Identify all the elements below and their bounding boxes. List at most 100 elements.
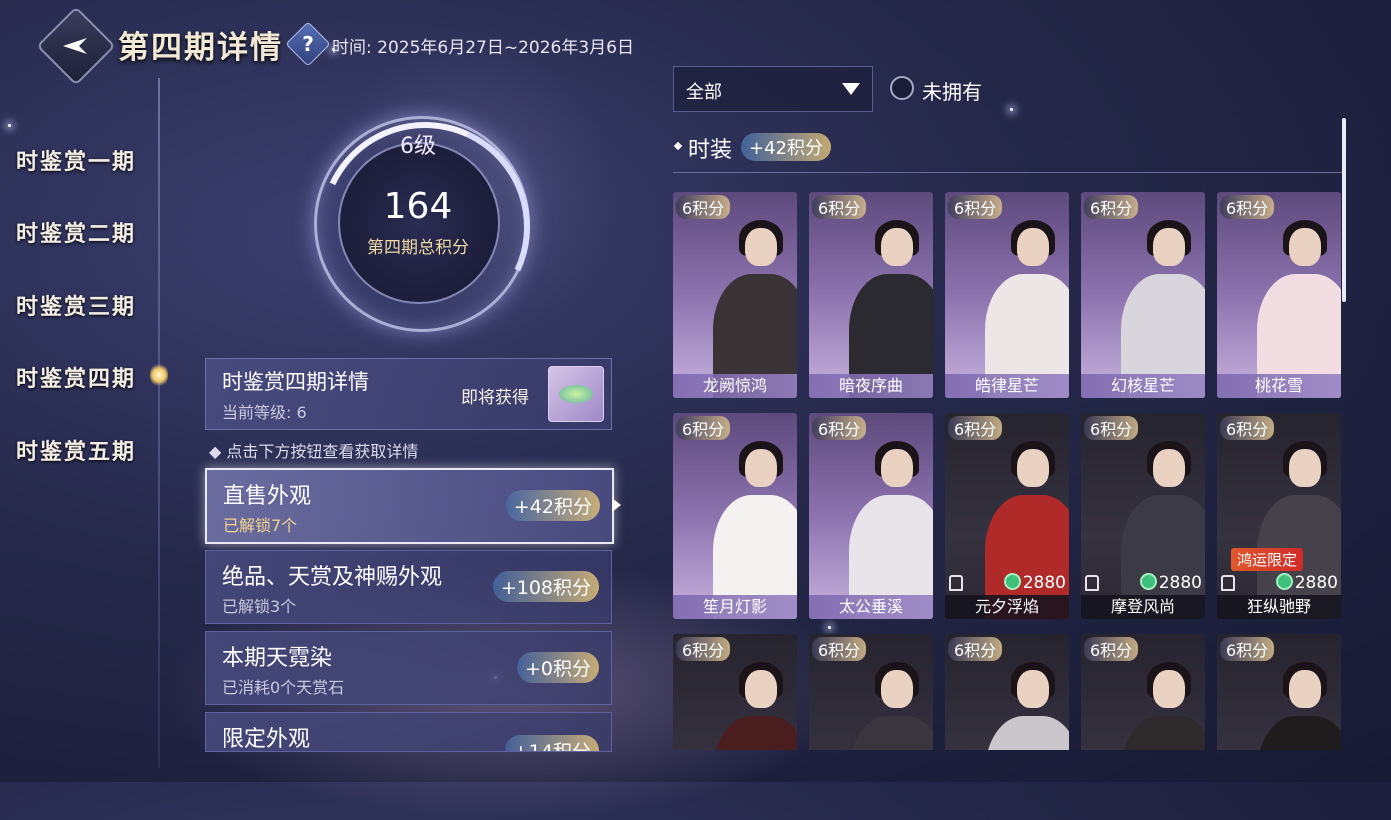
reward-label: 即将获得: [461, 388, 529, 408]
outfit-card[interactable]: 6积分幻核星芒: [1081, 192, 1205, 398]
nav-item-period-4[interactable]: 时鉴赏四期: [16, 361, 136, 393]
reward-item-icon[interactable]: [548, 366, 604, 422]
outfit-card[interactable]: 6积分笙月灯影: [673, 413, 797, 619]
help-button[interactable]: ?: [285, 21, 331, 67]
outfit-points: 6积分: [1220, 195, 1275, 219]
limited-badge: 鸿运限定: [1231, 548, 1304, 571]
source-name: 本期天霓染: [222, 646, 333, 671]
question-icon: ?: [302, 32, 314, 56]
outfit-card[interactable]: 6积分: [809, 634, 933, 750]
source-status: 已解锁7个: [223, 516, 298, 535]
outfit-points: 6积分: [948, 416, 1003, 440]
source-premium-outfits[interactable]: 绝品、天赏及神赐外观 已解锁3个 +108积分: [205, 550, 612, 624]
period-detail-card[interactable]: 时鉴赏四期详情 当前等级: 6 即将获得: [205, 358, 612, 430]
outfit-price: 2880: [1003, 573, 1066, 593]
character-portrait: [1107, 656, 1205, 750]
jade-coin-icon: [1275, 573, 1293, 590]
source-status: 已消耗0个天赏石: [222, 678, 345, 697]
detail-title: 时鉴赏四期详情: [222, 370, 369, 394]
outfit-price: 2880: [1139, 573, 1202, 593]
nav-item-period-2[interactable]: 时鉴赏二期: [16, 216, 136, 248]
character-portrait: [971, 214, 1069, 398]
outfit-card[interactable]: 6积分 暗夜序曲: [809, 192, 933, 398]
character-portrait: [699, 214, 797, 398]
section-divider: [673, 172, 1343, 173]
source-points: +0积分: [516, 652, 599, 683]
source-limited[interactable]: 限定外观 +14积分: [205, 712, 612, 752]
outfit-points: 6积分: [676, 416, 731, 440]
outfit-card[interactable]: 6积分: [673, 634, 797, 750]
character-portrait: [1243, 656, 1341, 750]
character-portrait: [699, 435, 797, 619]
outfit-name: 幻核星芒: [1081, 374, 1205, 398]
source-status: 已解锁3个: [222, 597, 297, 616]
outfit-grid: 6积分 龙阙惊鸿 6积分 暗夜序曲 6积分 皓律星芒 6积分 幻核星芒 6积分 桃花雪 6积分 笙月灯…: [673, 192, 1345, 750]
outfit-card[interactable]: 6积分 太公垂溪: [809, 413, 933, 619]
outfit-name: 元夕浮焰: [945, 595, 1069, 619]
source-name: 直售外观: [223, 484, 312, 509]
outfit-card[interactable]: 6积分: [945, 634, 1069, 750]
outfit-points: 6积分: [812, 416, 867, 440]
unowned-label[interactable]: 未拥有: [922, 76, 982, 105]
character-portrait: [835, 656, 933, 750]
outfit-card[interactable]: 6积分: [1081, 634, 1205, 750]
section-title: 时装: [688, 138, 733, 163]
section-points: +42积分: [741, 133, 831, 161]
back-button[interactable]: [36, 6, 116, 86]
outfit-points: 6积分: [676, 637, 731, 661]
total-score: 164: [383, 186, 453, 227]
source-name: 绝品、天赏及神赐外观: [222, 565, 443, 590]
outfit-card[interactable]: 6积分 2880 元夕浮焰: [945, 413, 1069, 619]
outfit-name: 龙阙惊鸿: [673, 374, 797, 398]
total-score-label: 第四期总积分: [367, 238, 469, 258]
character-portrait: [835, 214, 933, 398]
character-portrait: [699, 656, 797, 750]
character-portrait: [971, 656, 1069, 750]
category-dropdown[interactable]: 全部: [673, 66, 873, 112]
source-name: 限定外观: [222, 727, 311, 752]
outfit-card[interactable]: 6积分龙阙惊鸿: [673, 192, 797, 398]
character-portrait: [1107, 214, 1205, 398]
outfit-points: 6积分: [1084, 416, 1139, 440]
back-arrow-icon: [63, 38, 87, 54]
source-direct-sale[interactable]: 直售外观 已解锁7个 +42积分: [205, 468, 614, 544]
outfit-name: 笙月灯影: [673, 595, 797, 619]
active-indicator-icon: [150, 362, 168, 388]
source-dye[interactable]: 本期天霓染 已消耗0个天赏石 +0积分: [205, 631, 612, 705]
selected-arrow-icon: [612, 498, 621, 512]
source-points: +108积分: [492, 571, 599, 602]
outfit-points: 6积分: [1220, 637, 1275, 661]
unowned-radio[interactable]: [890, 76, 914, 100]
price-value: 2880: [1158, 573, 1202, 593]
outfit-card[interactable]: 6积分 2880 摩登风尚: [1081, 413, 1205, 619]
outfit-points: 6积分: [948, 195, 1003, 219]
outfit-card[interactable]: 6积分桃花雪: [1217, 192, 1341, 398]
outfit-card[interactable]: 6积分: [1217, 634, 1341, 750]
period-text: 时间: 2025年6月27日~2026年3月6日: [332, 38, 634, 58]
outfit-name: 狂纵驰野: [1217, 595, 1341, 619]
source-points: +14积分: [504, 735, 599, 751]
outfit-name: 摩登风尚: [1081, 595, 1205, 619]
outfit-points: 6积分: [1220, 416, 1275, 440]
source-points: +42积分: [505, 490, 600, 521]
character-portrait: [1243, 214, 1341, 398]
nav-item-period-1[interactable]: 时鉴赏一期: [16, 144, 136, 176]
outfit-points: 6积分: [948, 637, 1003, 661]
outfit-name: 皓律星芒: [945, 374, 1069, 398]
nav-item-period-5[interactable]: 时鉴赏五期: [16, 434, 136, 466]
price-value: 2880: [1294, 573, 1338, 593]
outfit-card[interactable]: 6积分鸿运限定 2880 狂纵驰野: [1217, 413, 1341, 619]
section-bullet-icon: [673, 141, 683, 151]
outfit-points: 6积分: [1084, 195, 1139, 219]
outfit-card[interactable]: 6积分皓律星芒: [945, 192, 1069, 398]
outfit-points: 6积分: [1084, 637, 1139, 661]
price-value: 2880: [1022, 573, 1066, 593]
dropdown-arrow-icon: [842, 83, 860, 95]
outfit-points: 6积分: [676, 195, 731, 219]
outfit-name: 暗夜序曲: [809, 374, 933, 398]
outfit-price: 2880: [1275, 573, 1338, 593]
character-portrait: [835, 435, 933, 619]
nav-item-period-3[interactable]: 时鉴赏三期: [16, 289, 136, 321]
dropdown-value: 全部: [686, 82, 722, 103]
outfit-name: 桃花雪: [1217, 374, 1341, 398]
